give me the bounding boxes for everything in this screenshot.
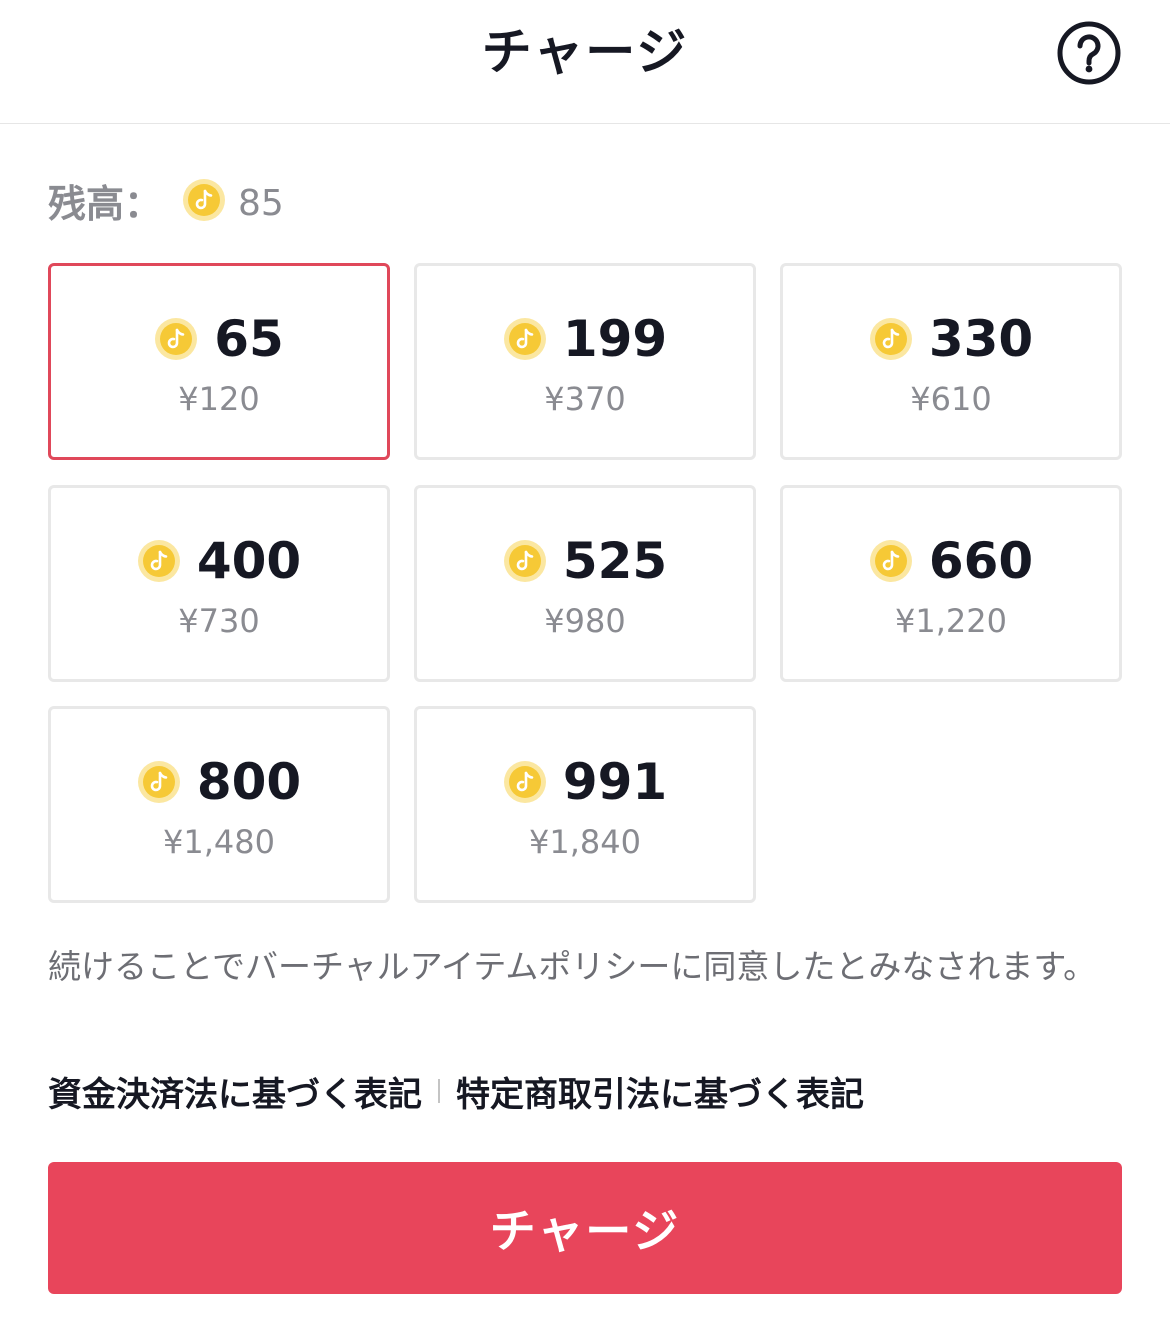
package-price: ¥730 [178, 602, 260, 640]
coin-package-991[interactable]: 991 ¥1,840 [414, 706, 756, 903]
coin-package-65[interactable]: 65 ¥120 [48, 263, 390, 460]
payment-services-act-link[interactable]: 資金決済法に基づく表記 [48, 1067, 422, 1116]
policy-notice: 続けることでバーチャルアイテムポリシーに同意したとみなされます。 [48, 947, 1097, 986]
coin-package-199[interactable]: 199 ¥370 [414, 263, 756, 460]
package-coin-amount: 330 [928, 310, 1034, 368]
coin-package-330[interactable]: 330 ¥610 [780, 263, 1122, 460]
package-price: ¥120 [178, 380, 260, 418]
coin-icon [137, 539, 181, 583]
package-price: ¥980 [544, 602, 626, 640]
help-button[interactable] [1056, 20, 1122, 86]
package-price: ¥370 [544, 380, 626, 418]
coin-icon [503, 760, 547, 804]
package-coin-amount: 660 [928, 532, 1034, 590]
package-coin-amount: 991 [562, 753, 668, 811]
coin-icon [503, 317, 547, 361]
package-coin-amount: 800 [196, 753, 302, 811]
package-price: ¥1,480 [163, 823, 275, 861]
package-coin-amount: 400 [196, 532, 302, 590]
package-price: ¥1,220 [895, 602, 1007, 640]
coin-icon [869, 539, 913, 583]
coin-icon [137, 760, 181, 804]
link-divider [438, 1079, 440, 1103]
help-icon [1057, 21, 1121, 85]
package-coin-amount: 65 [214, 310, 284, 368]
package-coin-amount: 525 [562, 532, 668, 590]
coin-package-660[interactable]: 660 ¥1,220 [780, 485, 1122, 682]
commercial-transactions-act-link[interactable]: 特定商取引法に基づく表記 [456, 1067, 864, 1116]
coin-package-400[interactable]: 400 ¥730 [48, 485, 390, 682]
charge-button-label: チャージ [489, 1205, 681, 1257]
package-price: ¥610 [910, 380, 992, 418]
package-price: ¥1,840 [529, 823, 641, 861]
coin-package-800[interactable]: 800 ¥1,480 [48, 706, 390, 903]
package-coin-amount: 199 [562, 310, 668, 368]
page-title: チャージ [481, 23, 689, 81]
header-bar: チャージ [0, 0, 1170, 124]
coin-icon [154, 317, 198, 361]
coin-icon [869, 317, 913, 361]
coin-icon [182, 178, 226, 222]
coin-package-525[interactable]: 525 ¥980 [414, 485, 756, 682]
balance-value: 85 [238, 182, 284, 224]
balance-row: 残高： 85 [48, 170, 284, 230]
charge-button[interactable]: チャージ [48, 1162, 1122, 1294]
balance-label: 残高： [48, 181, 163, 226]
coin-icon [503, 539, 547, 583]
legal-links: 資金決済法に基づく表記 特定商取引法に基づく表記 [48, 1066, 864, 1116]
